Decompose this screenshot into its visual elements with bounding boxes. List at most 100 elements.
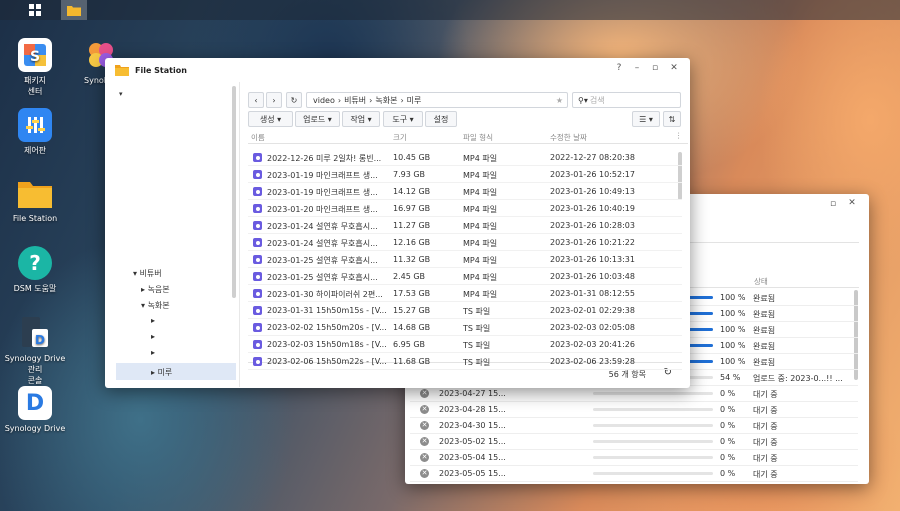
forward-button[interactable]: ›	[266, 92, 282, 108]
desktop-icon-file-station[interactable]: File Station	[0, 176, 70, 224]
tree-item-collapsed[interactable]: ▸	[151, 348, 155, 357]
file-type: MP4 파일	[463, 290, 498, 299]
transfer-status: 대기 중	[753, 470, 778, 479]
tree-item-collapsed[interactable]: ▸	[151, 316, 155, 325]
transfer-row[interactable]: ✕ 2023-04-28 15... 0 % 대기 중	[410, 402, 858, 418]
file-row[interactable]: 2023-01-19 마인크래프트 생... 7.93 GB MP4 파일 2023-…	[248, 166, 682, 183]
transfer-row[interactable]: ✕ 2023-05-05 15... 0 % 대기 중	[410, 466, 858, 482]
column-header-modified[interactable]: 수정한 날짜	[550, 132, 587, 143]
collapse-arrow-icon[interactable]: ▾	[119, 90, 123, 98]
minimize-icon[interactable]: –	[630, 63, 644, 73]
file-modified: 2023-01-26 10:03:48	[550, 272, 635, 281]
tree-item-partial	[151, 382, 185, 387]
close-icon[interactable]: ✕	[845, 198, 859, 208]
file-size: 12.16 GB	[393, 238, 431, 247]
item-count: 56 개 항목	[608, 370, 646, 379]
column-header-type[interactable]: 파일 형식	[463, 132, 493, 143]
desktop-icon-control-panel[interactable]: 제어판	[0, 108, 70, 156]
file-row[interactable]: 2023-01-19 마인크래프트 생... 14.12 GB MP4 파일 2023…	[248, 183, 682, 200]
cancel-icon[interactable]: ✕	[420, 437, 429, 446]
file-row[interactable]: 2023-02-06 15h50m22s - [V... 11.68 GB TS 파…	[248, 353, 682, 370]
file-size: 7.93 GB	[393, 170, 426, 179]
cancel-icon[interactable]: ✕	[420, 469, 429, 478]
transfer-row[interactable]: ✕ 2023-05-04 15... 0 % 대기 중	[410, 450, 858, 466]
search-placeholder: 검색	[589, 95, 605, 105]
file-row[interactable]: 2023-01-25 설연휴 무호흡시... 2.45 GB MP4 파일 2023-…	[248, 268, 682, 285]
file-row[interactable]: 2023-01-31 15h50m15s - [V... 15.27 GB TS 파…	[248, 302, 682, 319]
transfer-status: 대기 중	[753, 422, 778, 431]
help-icon[interactable]: ?	[612, 63, 626, 73]
progress-percent: 100 %	[720, 341, 746, 350]
column-header-size[interactable]: 크기	[393, 132, 407, 143]
file-row[interactable]: 2023-01-30 하이파이러쉬 2편... 17.53 GB MP4 파일 202…	[248, 285, 682, 302]
settings-button[interactable]: 설정	[425, 111, 457, 127]
tree-item-root[interactable]: ▾ 비튜버	[133, 268, 162, 279]
progress-percent: 0 %	[720, 405, 736, 414]
video-file-icon	[253, 187, 262, 196]
refresh-button[interactable]: ↻	[286, 92, 302, 108]
tree-label: 녹화본	[147, 301, 170, 310]
file-modified: 2023-01-26 10:40:19	[550, 204, 635, 213]
breadcrumb-item[interactable]: 미루	[407, 95, 422, 106]
file-row[interactable]: 2023-01-25 설연휴 무호흡시... 11.32 GB MP4 파일 2023…	[248, 251, 682, 268]
close-icon[interactable]: ✕	[667, 63, 681, 73]
cancel-icon[interactable]: ✕	[420, 421, 429, 430]
folder-icon	[115, 65, 129, 76]
desktop-icon-drive-admin[interactable]: D Synology Drive 관리 콘솔	[0, 316, 70, 386]
file-row[interactable]: 2022-12-26 미루 2일차! 롱빈... 10.45 GB MP4 파일 20…	[248, 149, 682, 166]
file-station-window[interactable]: File Station ? – ▫ ✕ ▾ ▾ 비튜버 ▸ 녹음본 ▾ 녹화본…	[105, 58, 690, 388]
action-button[interactable]: 작업 ▾	[342, 111, 380, 127]
desktop-icon-package-center[interactable]: S 패키지 센터	[0, 38, 70, 97]
transfer-row[interactable]: ✕ 2023-04-27 15... 0 % 대기 중	[410, 386, 858, 402]
progress-percent: 54 %	[720, 373, 741, 382]
file-modified: 2023-01-31 08:12:55	[550, 289, 635, 298]
breadcrumb-item[interactable]: 비튜버	[344, 95, 366, 106]
transfer-row[interactable]: ✕ 2023-05-02 15... 0 % 대기 중	[410, 434, 858, 450]
column-options-icon[interactable]: ⋮	[675, 131, 683, 140]
transfer-row[interactable]: ✕ 2023-04-30 15... 0 % 대기 중	[410, 418, 858, 434]
file-size: 14.12 GB	[393, 187, 431, 196]
upload-button[interactable]: 업로드 ▾	[295, 111, 340, 127]
sort-button[interactable]: ⇅	[663, 111, 681, 127]
help-icon: ?	[18, 246, 52, 280]
taskbar-file-station-button[interactable]	[61, 0, 87, 20]
file-row[interactable]: 2023-02-03 15h50m18s - [V... 6.95 GB TS 파일…	[248, 336, 682, 353]
search-input[interactable]: ⚲▾ 검색	[572, 92, 681, 108]
progress-percent: 100 %	[720, 325, 746, 334]
file-modified: 2023-02-06 23:59:28	[550, 357, 635, 366]
desktop-icon-label: 패키지 센터	[23, 76, 47, 96]
cancel-icon[interactable]: ✕	[420, 453, 429, 462]
transfer-status: 대기 중	[753, 438, 778, 447]
tools-button[interactable]: 도구 ▾	[383, 111, 423, 127]
maximize-icon[interactable]: ▫	[648, 63, 662, 73]
tree-label: ▸ 미루	[151, 368, 173, 377]
file-row[interactable]: 2023-01-24 설연휴 무호흡시... 12.16 GB MP4 파일 2023…	[248, 234, 682, 251]
breadcrumb-item[interactable]: 녹화본	[375, 95, 397, 106]
cancel-icon[interactable]: ✕	[420, 405, 429, 414]
column-header-name[interactable]: 이름	[251, 132, 265, 143]
desktop-icon-label: DSM 도움말	[13, 284, 57, 293]
file-row[interactable]: 2023-01-20 마인크래프트 생... 16.97 GB MP4 파일 2023…	[248, 200, 682, 217]
desktop-icon-synology-drive[interactable]: D Synology Drive	[0, 386, 70, 434]
file-row[interactable]: 2023-02-02 15h50m20s - [V... 14.68 GB TS 파…	[248, 319, 682, 336]
file-name: 2023-01-24 설연휴 무호흡시...	[267, 222, 378, 231]
tree-item-selected[interactable]: ▸ 미루	[116, 363, 236, 380]
create-button[interactable]: 생성 ▾	[248, 111, 293, 127]
back-button[interactable]: ‹	[248, 92, 264, 108]
main-menu-button[interactable]	[22, 0, 48, 20]
view-mode-button[interactable]: ☰ ▾	[632, 111, 660, 127]
svg-text:D: D	[35, 333, 45, 347]
video-file-icon	[253, 340, 262, 349]
file-name: 2023-01-20 마인크래프트 생...	[267, 205, 378, 214]
desktop-icon-dsm-help[interactable]: ? DSM 도움말	[0, 246, 70, 294]
tree-item-recording-audio[interactable]: ▸ 녹음본	[141, 284, 170, 295]
tree-scrollbar[interactable]	[232, 86, 236, 298]
tree-item-recording-video[interactable]: ▾ 녹화본	[141, 300, 170, 311]
file-row[interactable]: 2023-01-24 설연휴 무호흡시... 11.27 GB MP4 파일 2023…	[248, 217, 682, 234]
breadcrumb-item[interactable]: video	[313, 96, 335, 105]
maximize-icon[interactable]: ▫	[826, 199, 840, 209]
path-bar[interactable]: video › 비튜버 › 녹화본 › 미루 ★	[306, 92, 568, 108]
tree-item-collapsed[interactable]: ▸	[151, 332, 155, 341]
star-icon[interactable]: ★	[556, 96, 563, 105]
cancel-icon[interactable]: ✕	[420, 389, 429, 398]
